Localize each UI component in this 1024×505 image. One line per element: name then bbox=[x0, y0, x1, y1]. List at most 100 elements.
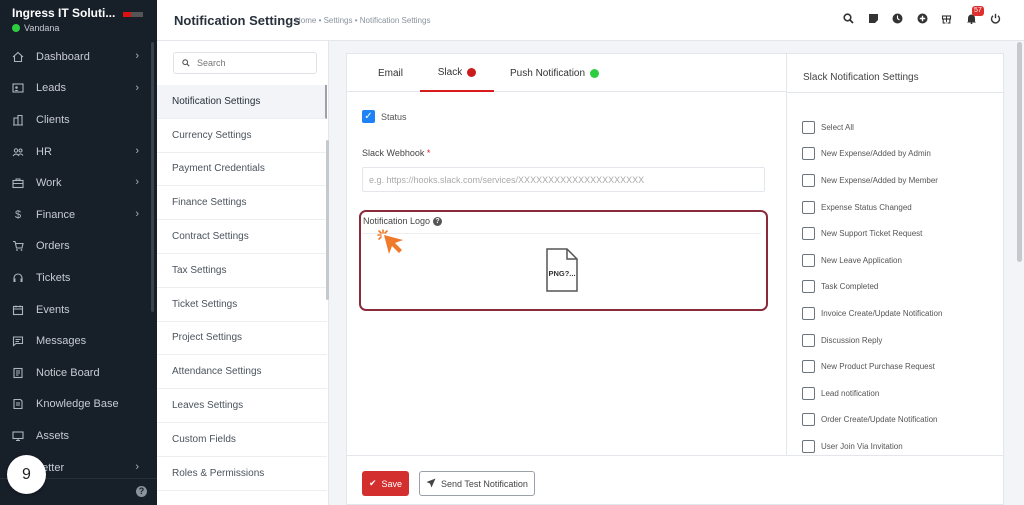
sidebar-item-dashboard[interactable]: Dashboard › bbox=[0, 41, 153, 73]
logo-label: Notification Logo ? bbox=[363, 216, 443, 226]
chevron-right-icon: › bbox=[135, 81, 139, 94]
settings-item-currency[interactable]: Currency Settings bbox=[157, 119, 327, 153]
option-label: New Product Purchase Request bbox=[821, 362, 935, 372]
option-label: Lead notification bbox=[821, 388, 880, 398]
search-icon bbox=[182, 56, 190, 70]
option-new-product-purchase[interactable]: New Product Purchase Request bbox=[802, 353, 942, 380]
bell-icon[interactable]: 57 bbox=[959, 6, 984, 26]
dollar-icon: $ bbox=[14, 208, 22, 221]
option-new-leave-application[interactable]: New Leave Application bbox=[802, 247, 942, 274]
search-icon[interactable] bbox=[837, 10, 862, 26]
option-select-all[interactable]: Select All bbox=[802, 114, 942, 141]
settings-item-custom-fields[interactable]: Custom Fields bbox=[157, 423, 327, 457]
checkbox[interactable] bbox=[802, 173, 815, 187]
tab-email[interactable]: Email bbox=[378, 54, 403, 92]
click-cursor-icon bbox=[377, 229, 403, 254]
sticky-note-icon[interactable] bbox=[861, 10, 886, 26]
sidebar-item-label: Notice Board bbox=[36, 366, 100, 379]
checkbox[interactable] bbox=[802, 306, 815, 320]
tab-push-notification[interactable]: Push Notification bbox=[510, 54, 600, 92]
question-icon[interactable]: ? bbox=[433, 216, 443, 226]
tab-slack[interactable]: Slack bbox=[420, 54, 494, 92]
search-box[interactable] bbox=[173, 52, 317, 74]
webhook-label: Slack Webhook * bbox=[362, 148, 430, 158]
id-card-icon bbox=[11, 81, 25, 95]
settings-menu-scrollbar[interactable] bbox=[326, 140, 329, 300]
option-lead-notification[interactable]: Lead notification bbox=[802, 380, 942, 407]
option-new-expense-member[interactable]: New Expense/Added by Member bbox=[802, 167, 942, 194]
sidebar-item-finance[interactable]: $ Finance › bbox=[0, 199, 153, 231]
sidebar-item-work[interactable]: Work › bbox=[0, 167, 153, 199]
sidebar-item-clients[interactable]: Clients bbox=[0, 104, 153, 136]
checkbox[interactable] bbox=[802, 280, 815, 294]
checkbox[interactable] bbox=[802, 200, 815, 214]
checkbox[interactable] bbox=[802, 120, 815, 134]
status-checkbox-row[interactable]: ✓ Status bbox=[362, 110, 407, 123]
sidebar-item-assets[interactable]: Assets bbox=[0, 420, 153, 452]
monitor-icon bbox=[11, 429, 25, 443]
page-scrollbar[interactable] bbox=[1017, 42, 1022, 262]
sidebar-nav: Dashboard › Leads › Clients HR › Work › … bbox=[0, 41, 153, 483]
brand[interactable]: Ingress IT Soluti... Vandana bbox=[12, 6, 152, 33]
settings-item-ticket[interactable]: Ticket Settings bbox=[157, 288, 327, 322]
checkbox[interactable] bbox=[802, 413, 815, 427]
save-label: Save bbox=[381, 478, 403, 489]
option-task-completed[interactable]: Task Completed bbox=[802, 274, 942, 301]
checkbox[interactable] bbox=[802, 147, 815, 161]
settings-item-roles-permissions[interactable]: Roles & Permissions bbox=[157, 457, 327, 491]
option-discussion-reply[interactable]: Discussion Reply bbox=[802, 327, 942, 354]
settings-item-leaves[interactable]: Leaves Settings bbox=[157, 389, 327, 423]
logo-label-text: Notification Logo bbox=[363, 216, 431, 226]
help-icon[interactable]: ? bbox=[136, 486, 147, 497]
sidebar-item-label: Messages bbox=[36, 335, 87, 348]
status-dot-red bbox=[467, 67, 477, 77]
notification-logo-upload[interactable]: Notification Logo ? PNG?... bbox=[359, 210, 768, 311]
sidebar-item-label: Events bbox=[36, 303, 70, 316]
sidebar-item-orders[interactable]: Orders bbox=[0, 231, 153, 263]
settings-item-contract[interactable]: Contract Settings bbox=[157, 220, 327, 254]
checkbox[interactable] bbox=[802, 253, 815, 267]
sidebar-item-leads[interactable]: Leads › bbox=[0, 73, 153, 105]
sidebar-item-events[interactable]: Events bbox=[0, 294, 153, 326]
option-new-support-ticket[interactable]: New Support Ticket Request bbox=[802, 220, 942, 247]
settings-item-finance[interactable]: Finance Settings bbox=[157, 186, 327, 221]
option-expense-status-changed[interactable]: Expense Status Changed bbox=[802, 194, 942, 221]
sidebar-item-tickets[interactable]: Tickets bbox=[0, 262, 153, 294]
settings-item-notification[interactable]: Notification Settings bbox=[157, 85, 327, 119]
clock-icon[interactable] bbox=[886, 10, 911, 26]
sidebar-scrollbar[interactable] bbox=[151, 42, 154, 312]
settings-item-project[interactable]: Project Settings bbox=[157, 322, 327, 356]
settings-item-attendance[interactable]: Attendance Settings bbox=[157, 355, 327, 390]
save-button[interactable]: ✔ Save bbox=[362, 471, 409, 496]
headset-icon bbox=[11, 271, 25, 285]
checkbox[interactable] bbox=[802, 227, 815, 241]
checkbox[interactable] bbox=[802, 360, 815, 374]
status-checkbox[interactable]: ✓ bbox=[362, 110, 375, 123]
settings-menu-list: Notification Settings Currency Settings … bbox=[157, 85, 327, 491]
sidebar-item-notice-board[interactable]: Notice Board bbox=[0, 357, 153, 389]
checkbox[interactable] bbox=[802, 439, 815, 453]
page-title: Notification Settings bbox=[174, 13, 301, 28]
option-new-expense-admin[interactable]: New Expense/Added by Admin bbox=[802, 141, 942, 168]
sidebar-item-hr[interactable]: HR › bbox=[0, 136, 153, 168]
option-label: Task Completed bbox=[821, 282, 879, 292]
webhook-input[interactable]: e.g. https://hooks.slack.com/services/XX… bbox=[362, 167, 765, 192]
search-input[interactable] bbox=[197, 58, 307, 68]
settings-item-payment-credentials[interactable]: Payment Credentials bbox=[157, 153, 327, 187]
sidebar-item-messages[interactable]: Messages bbox=[0, 325, 153, 357]
gift-icon[interactable] bbox=[935, 10, 960, 26]
settings-item-tax[interactable]: Tax Settings bbox=[157, 254, 327, 288]
sidebar-item-knowledge-base[interactable]: Knowledge Base bbox=[0, 389, 153, 421]
checkbox[interactable] bbox=[802, 333, 815, 347]
people-icon bbox=[11, 145, 25, 159]
option-invoice-notification[interactable]: Invoice Create/Update Notification bbox=[802, 300, 942, 327]
add-circle-icon[interactable] bbox=[910, 10, 935, 26]
option-label: New Expense/Added by Admin bbox=[821, 149, 931, 159]
form-footer: ✔ Save Send Test Notification bbox=[347, 455, 1003, 505]
checkbox[interactable] bbox=[802, 386, 815, 400]
send-test-notification-button[interactable]: Send Test Notification bbox=[419, 471, 535, 496]
option-order-notification[interactable]: Order Create/Update Notification bbox=[802, 407, 942, 434]
option-label: User Join Via Invitation bbox=[821, 441, 903, 451]
tab-label: Email bbox=[378, 67, 404, 79]
power-icon[interactable] bbox=[984, 10, 1009, 26]
